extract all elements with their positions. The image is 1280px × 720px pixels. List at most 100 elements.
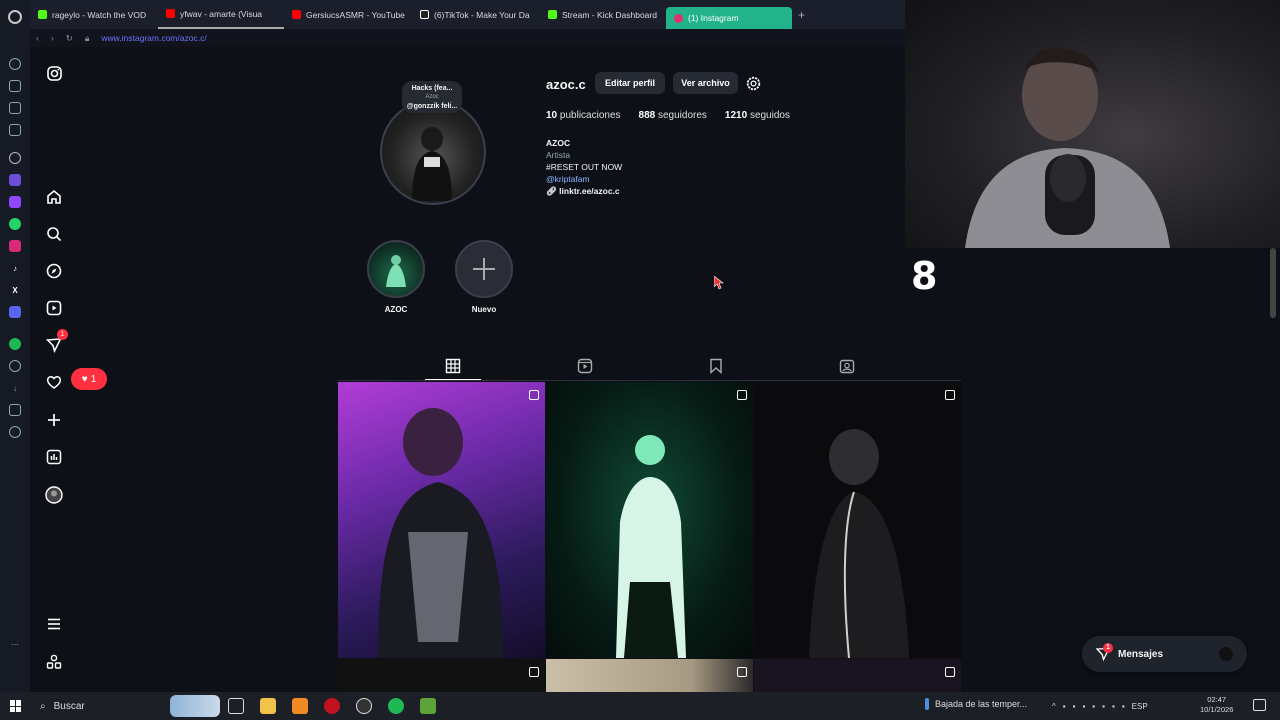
tab-tiktok[interactable]: (6)TikTok - Make Your Da: [412, 0, 540, 29]
volume-icon[interactable]: ▪: [1112, 702, 1115, 711]
notes-icon[interactable]: [9, 124, 21, 136]
post-thumbnail[interactable]: [754, 659, 961, 692]
search-icon[interactable]: [44, 224, 64, 244]
task-view-icon[interactable]: [228, 698, 244, 714]
history-icon[interactable]: [9, 360, 21, 372]
language-indicator[interactable]: ESP: [1132, 702, 1148, 711]
windows-start-icon[interactable]: [10, 700, 22, 712]
downloads-icon[interactable]: ↓: [9, 382, 21, 394]
minecraft-icon[interactable]: [420, 698, 436, 714]
highlight-new[interactable]: Nuevo: [454, 240, 514, 314]
tab-saved[interactable]: [708, 358, 724, 375]
tiktok-icon[interactable]: ♪: [9, 262, 21, 274]
profile-avatar-icon[interactable]: [44, 485, 64, 505]
profile-avatar[interactable]: [380, 99, 486, 205]
wifi-icon[interactable]: ▪: [1122, 702, 1125, 711]
tray-discord-icon[interactable]: ▪: [1073, 702, 1076, 711]
tab-label: GersiucsASMR - YouTube: [306, 9, 405, 20]
settings-gear-icon[interactable]: [746, 76, 761, 96]
whatsapp-icon[interactable]: [9, 218, 21, 230]
explore-icon[interactable]: [44, 261, 64, 281]
instagram-icon: [674, 13, 683, 23]
edit-profile-button[interactable]: Editar perfil: [595, 72, 665, 94]
reload-icon[interactable]: ↻: [66, 33, 73, 44]
taskbar-clock[interactable]: 02:47 10/1/2026: [1200, 695, 1233, 715]
mail-icon[interactable]: [9, 102, 21, 114]
dashboard-icon[interactable]: [44, 447, 64, 467]
x-icon[interactable]: X: [9, 284, 21, 296]
instagram-icon[interactable]: [9, 240, 21, 252]
tab-youtube-gersiucs[interactable]: GersiucsASMR - YouTube: [284, 0, 412, 29]
menu-icon[interactable]: [44, 614, 64, 634]
post-thumbnail[interactable]: [546, 382, 753, 658]
tabs-divider: [338, 380, 961, 381]
spotify-icon[interactable]: [9, 338, 21, 350]
discord-icon[interactable]: [9, 306, 21, 318]
tray-steam-icon[interactable]: ▪: [1082, 702, 1085, 711]
tab-bar: rageylo - Watch the VOD yfwav - amarte (…: [30, 0, 905, 29]
scrollbar-thumb[interactable]: [1270, 248, 1276, 318]
obs-icon[interactable]: [356, 698, 372, 714]
link-icon: 🔗︎: [546, 186, 557, 196]
tab-reels[interactable]: [577, 358, 593, 374]
youtube-icon: [166, 9, 175, 18]
taskbar-search[interactable]: ⌕ Buscar: [30, 692, 220, 720]
home-icon[interactable]: [44, 187, 64, 207]
instagram-logo-icon[interactable]: [44, 63, 64, 83]
microphone-icon[interactable]: ▪: [1102, 702, 1105, 711]
reel-badge-icon: [529, 667, 539, 677]
fl-studio-icon[interactable]: [292, 698, 308, 714]
shop-icon[interactable]: [9, 80, 21, 92]
twitch-icon[interactable]: [9, 196, 21, 208]
opera-logo-icon[interactable]: [8, 10, 22, 24]
chatgpt-icon[interactable]: [9, 152, 21, 164]
profile-username: azoc.c: [546, 77, 586, 92]
url-field[interactable]: www.instagram.com/azoc.c/: [101, 33, 206, 43]
weather-widget[interactable]: Bajada de las temper...: [925, 698, 1027, 710]
tab-kick-dashboard[interactable]: Stream - Kick Dashboard: [540, 0, 666, 29]
profile-note[interactable]: Hacks (fea... Azoc @gonzzik feli...: [402, 81, 462, 113]
followers-stat[interactable]: 888 seguidores: [639, 110, 707, 121]
tab-tagged[interactable]: [839, 358, 855, 374]
notification-center-icon[interactable]: [1253, 699, 1266, 711]
spotify-taskbar-icon[interactable]: [388, 698, 404, 714]
back-icon[interactable]: ‹: [36, 33, 39, 43]
likes-notification-pill[interactable]: ♥ 1: [71, 368, 107, 390]
opera-taskbar-icon[interactable]: [324, 698, 340, 714]
ai-icon[interactable]: [9, 58, 21, 70]
note-handle: @gonzzik feli...: [406, 103, 458, 110]
messages-pill[interactable]: 1 Mensajes: [1082, 636, 1247, 672]
cs-icon[interactable]: [9, 174, 21, 186]
messages-icon[interactable]: 1: [44, 329, 68, 355]
tray-app-icon[interactable]: ▪: [1063, 702, 1066, 711]
create-icon[interactable]: [44, 410, 64, 430]
tab-youtube-amarte[interactable]: yfwav - amarte (Visua: [158, 0, 284, 29]
settings-icon[interactable]: [9, 426, 21, 438]
tab-label: yfwav - amarte (Visua: [180, 8, 263, 19]
post-thumbnail[interactable]: [754, 382, 961, 658]
tab-instagram[interactable]: (1) Instagram: [666, 7, 792, 29]
tab-kick-vod[interactable]: rageylo - Watch the VOD: [30, 0, 158, 29]
forward-icon[interactable]: ›: [51, 33, 54, 43]
notifications-heart-icon[interactable]: [44, 372, 64, 392]
bio-mention[interactable]: @kriptafam: [546, 173, 622, 185]
post-thumbnail[interactable]: [338, 382, 545, 658]
browser-sidebar: ♪ X ↓ ⋯: [0, 0, 30, 692]
post-thumbnail[interactable]: [338, 659, 545, 692]
tray-chevron-icon[interactable]: ^: [1052, 702, 1056, 711]
post-thumbnail[interactable]: [546, 659, 753, 692]
tray-network-icon[interactable]: ▪: [1092, 702, 1095, 711]
reel-badge-icon: [737, 667, 747, 677]
new-tab-button[interactable]: +: [792, 8, 811, 22]
more-icon[interactable]: ⋯: [9, 638, 21, 650]
reels-icon[interactable]: [44, 298, 64, 318]
highlight-azoc[interactable]: AZOC: [366, 240, 426, 314]
weather-text: Bajada de las temper...: [935, 699, 1028, 709]
also-from-meta-icon[interactable]: [44, 652, 64, 672]
tab-posts-grid[interactable]: [425, 358, 481, 380]
view-archive-button[interactable]: Ver archivo: [673, 72, 738, 94]
file-explorer-icon[interactable]: [260, 698, 276, 714]
bio-link[interactable]: 🔗︎ linktr.ee/azoc.c: [546, 185, 622, 197]
following-stat[interactable]: 1210 seguidos: [725, 110, 790, 121]
extensions-icon[interactable]: [9, 404, 21, 416]
